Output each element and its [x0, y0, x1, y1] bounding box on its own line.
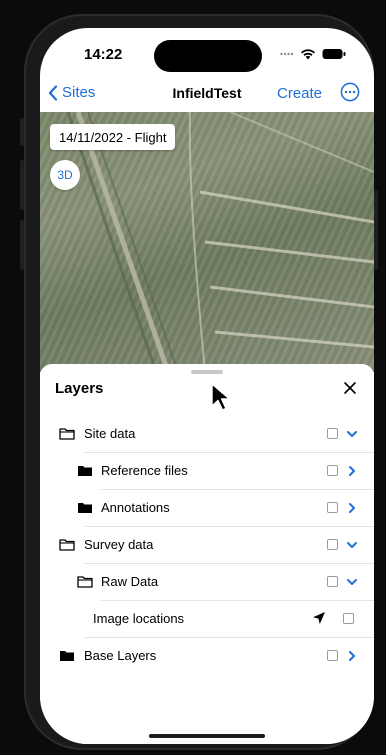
app-screen: 14:22 Sites InfieldTest Create 14/11/202… — [40, 28, 374, 744]
layer-label: Survey data — [84, 537, 154, 552]
status-time: 14:22 — [84, 46, 123, 63]
layer-row-image-locations[interactable]: Image locations — [40, 601, 374, 638]
battery-icon — [322, 49, 346, 59]
status-icons — [280, 48, 346, 60]
layer-row-raw-data[interactable]: Raw Data — [40, 564, 374, 601]
layers-sheet: Layers Site data Reference files Annotat… — [40, 364, 374, 744]
aerial-field-imagery — [66, 112, 374, 372]
layer-row-reference-files[interactable]: Reference files — [40, 453, 374, 490]
layer-label: Site data — [84, 426, 136, 441]
layer-visibility-checkbox[interactable] — [327, 502, 338, 513]
folder-outline-icon — [77, 576, 93, 588]
folder-filled-icon — [60, 651, 74, 661]
navigation-bar: Sites InfieldTest Create — [40, 76, 374, 112]
layer-row-survey-data[interactable]: Survey data — [40, 527, 374, 564]
layer-label: Image locations — [93, 611, 185, 626]
phone-power-button — [374, 190, 378, 270]
layer-label: Annotations — [101, 500, 170, 515]
phone-side-button — [20, 118, 24, 146]
page-title: InfieldTest — [172, 85, 242, 101]
folder-outline-icon — [59, 428, 75, 440]
chevron-down-icon[interactable] — [345, 538, 359, 552]
chevron-down-icon[interactable] — [345, 427, 359, 441]
folder-filled-icon — [78, 503, 92, 513]
flight-date-label[interactable]: 14/11/2022 - Flight — [50, 124, 176, 150]
layer-visibility-checkbox[interactable] — [327, 650, 338, 661]
layer-visibility-checkbox[interactable] — [327, 576, 338, 587]
status-bar: 14:22 — [40, 28, 374, 74]
layer-label: Reference files — [101, 463, 188, 478]
ellipsis-circle-icon[interactable] — [340, 82, 360, 102]
layer-row-site-data[interactable]: Site data — [40, 416, 374, 453]
chevron-right-icon[interactable] — [345, 649, 359, 663]
chevron-right-icon[interactable] — [345, 501, 359, 515]
dynamic-island — [154, 40, 262, 72]
layer-label: Raw Data — [101, 574, 159, 589]
sheet-grabber[interactable] — [191, 370, 223, 374]
create-button[interactable]: Create — [277, 85, 322, 102]
folder-filled-icon — [78, 466, 92, 476]
phone-volume-down — [20, 220, 24, 270]
layer-visibility-checkbox[interactable] — [327, 428, 338, 439]
wifi-icon — [301, 49, 315, 60]
home-indicator — [149, 734, 265, 738]
phone-volume-up — [20, 160, 24, 210]
3d-toggle-button[interactable]: 3D — [50, 160, 80, 190]
layer-visibility-checkbox[interactable] — [327, 539, 338, 550]
layer-visibility-checkbox[interactable] — [327, 465, 338, 476]
folder-outline-icon — [59, 539, 75, 551]
signal-dots-icon — [280, 52, 294, 56]
layer-row-base-layers[interactable]: Base Layers — [40, 638, 374, 675]
layers-title: Layers — [55, 380, 104, 397]
close-icon[interactable] — [340, 378, 360, 398]
layer-visibility-checkbox[interactable] — [343, 613, 354, 624]
layer-label: Base Layers — [84, 648, 157, 663]
layer-row-annotations[interactable]: Annotations — [40, 490, 374, 527]
chevron-down-icon[interactable] — [345, 575, 359, 589]
mouse-cursor-icon — [211, 383, 231, 411]
map-view[interactable] — [40, 112, 374, 372]
chevron-right-icon[interactable] — [345, 464, 359, 478]
location-arrow-icon[interactable] — [312, 611, 326, 625]
